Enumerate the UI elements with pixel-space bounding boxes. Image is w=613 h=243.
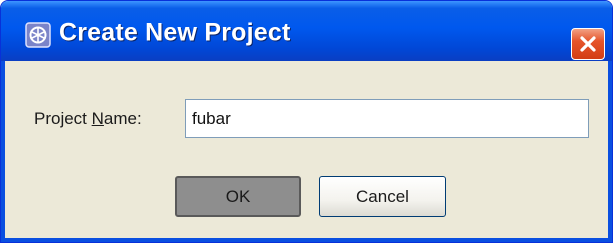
dialog-title: Create New Project bbox=[59, 18, 291, 47]
create-new-project-dialog: Create New Project Project Name: fubar O… bbox=[0, 0, 613, 243]
dialog-body bbox=[5, 61, 608, 238]
dialog-titlebar[interactable]: Create New Project bbox=[1, 1, 612, 61]
project-name-value[interactable]: fubar bbox=[192, 109, 231, 129]
close-button[interactable] bbox=[571, 28, 605, 60]
project-name-label-suffix: ame: bbox=[103, 109, 142, 128]
project-name-input[interactable]: fubar bbox=[185, 99, 589, 138]
project-name-label: Project Name: bbox=[34, 109, 142, 129]
cancel-button[interactable]: Cancel bbox=[319, 176, 446, 217]
project-name-label-mnemonic: N bbox=[91, 109, 104, 128]
ok-button[interactable]: OK bbox=[175, 176, 301, 217]
project-name-label-prefix: Project bbox=[34, 109, 92, 128]
cancel-button-label: Cancel bbox=[356, 186, 409, 206]
window-frame-bottom bbox=[1, 238, 612, 242]
application-icon bbox=[25, 22, 51, 48]
window-frame-right bbox=[608, 61, 612, 242]
ok-button-label: OK bbox=[225, 186, 251, 206]
close-icon bbox=[580, 36, 596, 52]
